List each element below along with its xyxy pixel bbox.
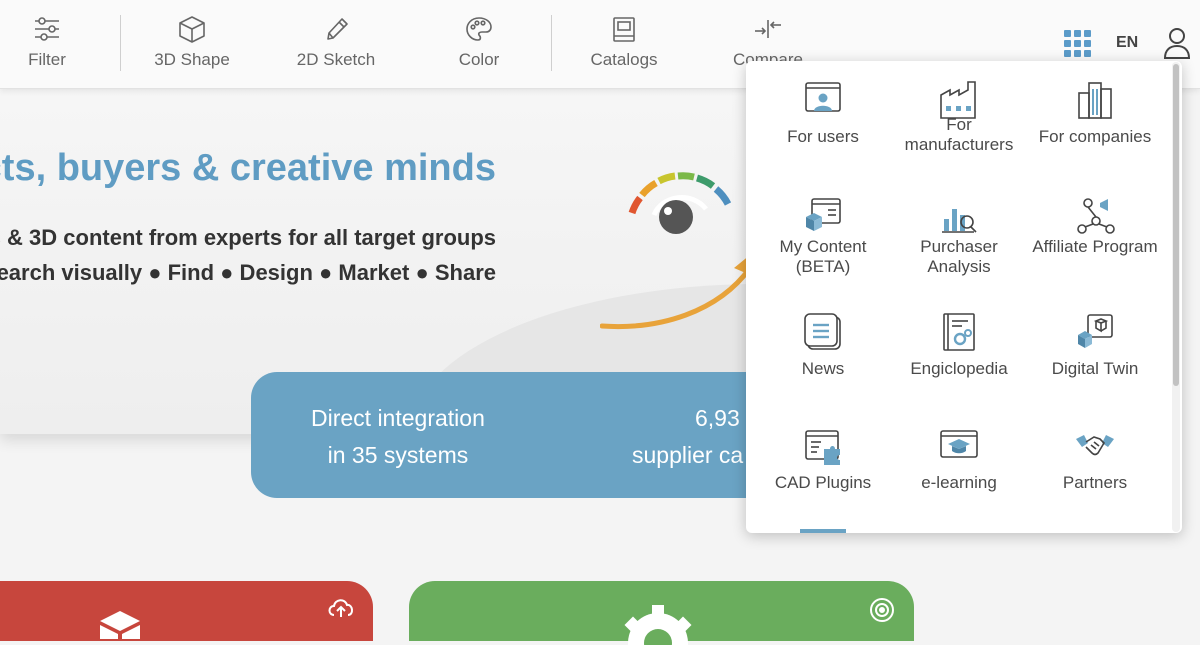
menu-item-for-manufacturers[interactable]: For manufacturers — [891, 61, 1027, 171]
stat-line: supplier ca — [632, 442, 744, 468]
curved-arrow-icon — [600, 250, 762, 330]
hero-title: cts, buyers & creative minds — [0, 147, 496, 189]
menu-item-for-users[interactable]: For users — [755, 61, 891, 171]
menu-item-label: Engiclopedia — [910, 359, 1008, 378]
catalogs-tool[interactable]: Catalogs — [569, 14, 679, 76]
menu-item-label: For companies — [1038, 127, 1152, 146]
gear-icon — [624, 605, 692, 645]
stat-line: in 35 systems — [327, 442, 469, 468]
palette-icon — [466, 17, 492, 41]
menu-item-label: CAD Plugins — [774, 473, 872, 492]
menu-item-news[interactable]: News — [755, 293, 891, 403]
stat-line: Direct integration — [311, 405, 485, 431]
menu-item-label: News — [801, 359, 845, 378]
tool-label: Catalogs — [590, 50, 658, 69]
buildings-icon — [1074, 79, 1116, 121]
menu-item-label: Partners — [1062, 473, 1128, 492]
hero-subtitle: gs & 3D content from experts for all tar… — [0, 225, 496, 250]
tool-label: Filter — [28, 50, 66, 69]
graduation-cap-icon — [938, 425, 980, 467]
menu-item-cad-plugins[interactable]: CAD Plugins — [755, 407, 891, 517]
menu-item-label: Purchaser Analysis — [920, 237, 998, 276]
pencil-icon — [327, 18, 348, 40]
language-selector[interactable]: EN — [1116, 34, 1138, 52]
stat-catalogs: 6,93 supplier ca — [632, 400, 743, 474]
user-screen-icon — [802, 79, 844, 121]
tool-label: Color — [458, 50, 500, 69]
apps-dropdown-menu: For users For manufacturers For companie… — [746, 61, 1182, 533]
menu-item-label: Affiliate Program — [1032, 237, 1158, 256]
book-gears-icon — [938, 311, 980, 353]
stat-integration: Direct integration in 35 systems — [311, 400, 485, 474]
menu-item-label: For manufacturers — [904, 115, 1014, 154]
menu-item-for-companies[interactable]: For companies — [1027, 61, 1163, 171]
apps-grid-icon[interactable] — [1064, 30, 1092, 58]
2d-sketch-tool[interactable]: 2D Sketch — [281, 14, 391, 76]
toolbar-divider — [120, 15, 121, 71]
menu-item-purchaser-analysis[interactable]: Purchaser Analysis — [891, 177, 1027, 287]
tool-label: 2D Sketch — [296, 50, 376, 69]
3d-shape-tool[interactable]: 3D Shape — [137, 14, 247, 76]
stat-line: 6,93 — [695, 405, 740, 431]
content-boxes-icon — [802, 195, 844, 237]
menu-item-label: My Content (BETA) — [779, 237, 867, 276]
menu-scrollbar-thumb[interactable] — [1173, 64, 1179, 386]
next-row-icon-fragment — [800, 529, 846, 533]
puzzle-plugin-icon — [802, 425, 844, 467]
color-tool[interactable]: Color — [424, 14, 534, 76]
news-icon — [802, 311, 844, 353]
network-megaphone-icon — [1074, 195, 1116, 237]
catalog-book-icon — [613, 17, 635, 42]
toolbar-divider — [551, 15, 552, 71]
digital-twin-icon — [1074, 311, 1116, 353]
menu-item-label: e-learning — [921, 473, 997, 492]
sliders-icon — [35, 17, 59, 41]
red-feature-card[interactable] — [0, 581, 373, 641]
menu-item-e-learning[interactable]: e-learning — [891, 407, 1027, 517]
menu-item-label: For users — [787, 127, 859, 146]
filter-tool[interactable]: Filter — [0, 14, 102, 76]
menu-item-engiclopedia[interactable]: Engiclopedia — [891, 293, 1027, 403]
menu-item-digital-twin[interactable]: Digital Twin — [1027, 293, 1163, 403]
handshake-icon — [1074, 425, 1116, 467]
analysis-chart-icon — [938, 195, 980, 237]
user-account-icon[interactable] — [1162, 26, 1192, 60]
menu-item-my-content[interactable]: My Content (BETA) — [755, 177, 891, 287]
cloud-upload-icon — [328, 599, 353, 617]
eye-gauge-icon — [628, 172, 732, 234]
menu-item-label: Digital Twin — [1051, 359, 1139, 378]
menu-item-affiliate-program[interactable]: Affiliate Program — [1027, 177, 1163, 287]
menu-item-partners[interactable]: Partners — [1027, 407, 1163, 517]
hero-tagline: Search visually ● Find ● Design ● Market… — [0, 260, 496, 285]
target-gear-icon — [870, 598, 894, 622]
cube-icon — [179, 16, 205, 43]
green-feature-card[interactable] — [409, 581, 914, 645]
compare-arrows-icon — [755, 20, 781, 38]
tool-label: 3D Shape — [154, 50, 230, 69]
box-icon — [100, 611, 140, 639]
